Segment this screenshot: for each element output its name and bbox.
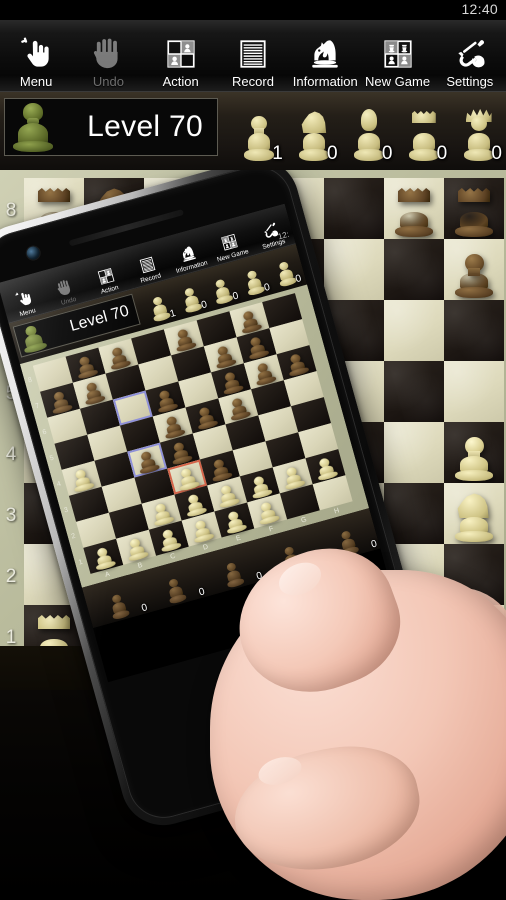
toolbar-button-label: Menu bbox=[19, 74, 53, 89]
toolbar-button-label: New Game bbox=[365, 74, 431, 89]
square-G8[interactable] bbox=[384, 178, 444, 239]
toolbar-button-settings[interactable]: Settings bbox=[434, 20, 506, 91]
toolbar-button-label: Record bbox=[232, 74, 274, 89]
info-bar: Level 70 1 0 0 0 0 bbox=[0, 92, 506, 170]
rook-piece-icon bbox=[240, 263, 266, 299]
captured-pawn: 1 bbox=[232, 98, 287, 164]
square-G7[interactable] bbox=[384, 239, 444, 300]
bishop-piece-icon bbox=[209, 272, 235, 308]
captured-count: 0 bbox=[327, 143, 338, 164]
pawn-piece-icon bbox=[105, 587, 131, 623]
hand-holding-phone bbox=[150, 528, 506, 900]
captured-rook: 0 bbox=[396, 98, 451, 164]
captured-knight: 0 bbox=[287, 98, 342, 164]
square-F7[interactable] bbox=[324, 239, 384, 300]
toolbar-button-record[interactable]: Record bbox=[217, 20, 289, 91]
toolbar-button-action[interactable]: Action bbox=[145, 20, 217, 91]
knight-head-icon bbox=[308, 34, 342, 74]
toolbar-button-information[interactable]: Information bbox=[289, 20, 361, 91]
four-pieces-grid-icon bbox=[381, 34, 415, 74]
square-H8[interactable] bbox=[444, 178, 504, 239]
rank-label-3: 3 bbox=[5, 504, 17, 526]
status-bar: 12:40 bbox=[0, 0, 506, 20]
square-G6[interactable] bbox=[384, 300, 444, 361]
rank-label-4: 4 bbox=[5, 443, 17, 465]
black-pawn[interactable] bbox=[452, 246, 496, 298]
captured-count: 1 bbox=[272, 143, 283, 164]
knight-piece-icon bbox=[177, 280, 203, 316]
level-indicator[interactable]: Level 70 bbox=[4, 98, 218, 156]
rank-label-2: 2 bbox=[5, 565, 17, 587]
grid-pieces-icon bbox=[164, 34, 198, 74]
captured-queen: 0 bbox=[451, 98, 506, 164]
white-knight[interactable] bbox=[452, 490, 496, 542]
toolbar-button-label: Information bbox=[292, 74, 358, 89]
toolbar-button-menu[interactable]: Menu bbox=[0, 20, 72, 91]
toolbar-button-undo: Undo bbox=[72, 20, 144, 91]
pawn-piece-icon bbox=[146, 289, 172, 325]
square-H3[interactable] bbox=[444, 483, 504, 544]
main-toolbar[interactable]: Menu Undo Action Record Information New … bbox=[0, 20, 506, 92]
status-clock: 12:40 bbox=[461, 1, 498, 17]
square-H7[interactable] bbox=[444, 239, 504, 300]
lines-list-icon bbox=[236, 34, 270, 74]
toolbar-button-label: Action bbox=[162, 74, 199, 89]
captured-count: 0 bbox=[436, 143, 448, 164]
square-H6[interactable] bbox=[444, 300, 504, 361]
captured-count: 0 bbox=[491, 143, 502, 164]
green-pawn-icon bbox=[5, 99, 61, 155]
black-rook[interactable] bbox=[392, 185, 436, 237]
toolbar-button-label: Undo bbox=[92, 74, 124, 89]
pointing-hand-icon bbox=[19, 34, 53, 74]
wrench-screwdriver-icon bbox=[453, 34, 487, 74]
captured-bishop: 0 bbox=[342, 98, 397, 164]
white-pawn[interactable] bbox=[452, 429, 496, 481]
square-G4[interactable] bbox=[384, 422, 444, 483]
square-F8[interactable] bbox=[324, 178, 384, 239]
square-H5[interactable] bbox=[444, 361, 504, 422]
captured-white-tray: 1 0 0 0 0 bbox=[232, 94, 506, 164]
black-rook[interactable] bbox=[452, 185, 496, 237]
chess-app-screenshot: 87654321 ABCDEFGH 12: Menu bbox=[0, 0, 506, 900]
toolbar-button-new-game[interactable]: New Game bbox=[361, 20, 433, 91]
captured-count: 0 bbox=[381, 143, 393, 164]
open-hand-icon bbox=[91, 34, 125, 74]
level-label: Level 70 bbox=[87, 110, 203, 143]
phone-captured-count: 0 bbox=[294, 273, 303, 286]
square-H4[interactable] bbox=[444, 422, 504, 483]
queen-piece-icon bbox=[272, 254, 298, 290]
toolbar-button-label: Settings bbox=[446, 74, 494, 89]
square-G5[interactable] bbox=[384, 361, 444, 422]
